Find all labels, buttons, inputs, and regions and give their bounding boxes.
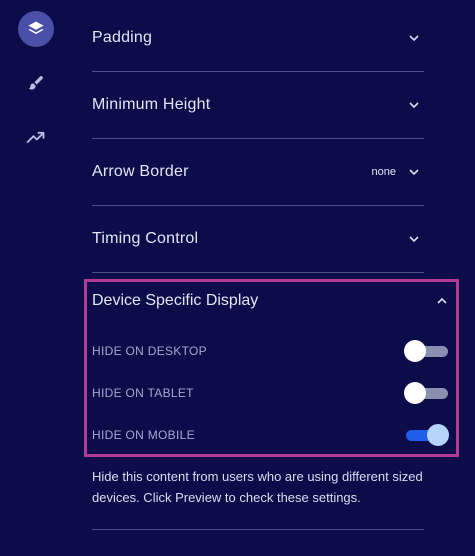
hide-on-desktop-toggle[interactable] xyxy=(404,339,450,363)
chevron-down-icon[interactable] xyxy=(408,166,420,178)
section-title-device-specific-display: Device Specific Display xyxy=(92,292,259,309)
toggle-row-tablet: HIDE ON TABLET xyxy=(92,381,450,405)
sidebar-item-layers[interactable] xyxy=(18,11,54,47)
arrow-border-value: none xyxy=(371,166,396,178)
toggle-label: HIDE ON DESKTOP xyxy=(92,344,207,358)
sidebar xyxy=(0,0,72,556)
section-arrow-border[interactable]: Arrow Border none xyxy=(92,139,424,206)
sidebar-item-analytics[interactable] xyxy=(18,119,54,155)
toggle-row-mobile: HIDE ON MOBILE xyxy=(92,423,450,447)
section-timing-control[interactable]: Timing Control xyxy=(92,206,424,273)
chevron-up-icon[interactable] xyxy=(436,295,448,307)
chevron-down-icon[interactable] xyxy=(408,99,420,111)
toggle-label: HIDE ON MOBILE xyxy=(92,428,195,442)
toggle-row-desktop: HIDE ON DESKTOP xyxy=(92,339,450,363)
brush-icon xyxy=(28,76,43,90)
trending-icon xyxy=(26,131,45,143)
section-title: Timing Control xyxy=(92,230,199,247)
divider xyxy=(92,529,424,530)
layers-icon xyxy=(28,21,44,35)
device-display-description: Hide this content from users who are usi… xyxy=(92,469,423,505)
section-title: Arrow Border xyxy=(92,163,189,180)
chevron-down-icon[interactable] xyxy=(408,233,420,245)
section-title: Padding xyxy=(92,29,153,46)
hide-on-mobile-toggle[interactable] xyxy=(404,423,450,447)
section-title: Minimum Height xyxy=(92,96,211,113)
section-minimum-height[interactable]: Minimum Height xyxy=(92,72,424,139)
hide-on-tablet-toggle[interactable] xyxy=(404,381,450,405)
toggle-knob xyxy=(404,340,426,362)
chevron-down-icon[interactable] xyxy=(408,32,420,44)
toggle-knob xyxy=(404,382,426,404)
toggle-label: HIDE ON TABLET xyxy=(92,386,194,400)
toggle-knob xyxy=(427,424,449,446)
section-padding[interactable]: Padding xyxy=(92,5,424,72)
editor-panel: Padding Minimum Height Arrow Border none… xyxy=(0,0,475,556)
settings-sections: Padding Minimum Height Arrow Border none… xyxy=(92,5,424,273)
sidebar-item-style[interactable] xyxy=(18,65,54,101)
